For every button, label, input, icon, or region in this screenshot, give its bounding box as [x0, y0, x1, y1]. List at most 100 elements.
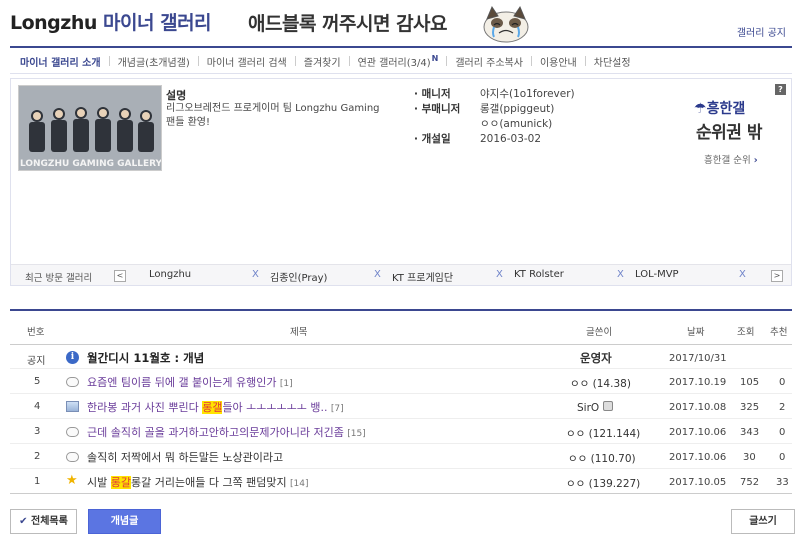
table-bottom-border	[10, 493, 792, 494]
post-subject: 요즘엔 팀이름 뒤에 갤 붙이는게 유행인가	[87, 376, 277, 389]
post-views: 343	[740, 427, 760, 438]
recent-galleries-label: 최근 방문 갤러리	[25, 273, 93, 284]
row-divider	[10, 368, 792, 369]
header-divider	[10, 344, 792, 345]
post-recommend: 0	[779, 427, 786, 438]
created-date: 2016-03-02	[480, 133, 542, 145]
remove-icon[interactable]: X	[617, 269, 624, 280]
post-writer[interactable]: ㅇㅇ (139.227)	[566, 476, 640, 491]
remove-icon[interactable]: X	[496, 269, 503, 280]
post-writer[interactable]: ㅇㅇ (110.70)	[568, 451, 636, 466]
post-views: 752	[740, 477, 760, 488]
recent-gallery-item[interactable]: KT 프로게임단	[392, 269, 453, 284]
post-subject[interactable]: 월간디시 11월호 : 개념	[87, 350, 204, 366]
speech-bubble-icon	[66, 377, 79, 387]
gaenyeom-button[interactable]: 개념글	[88, 509, 161, 534]
row-no: 2	[34, 451, 41, 462]
post-recommend: 33	[776, 477, 789, 488]
post-recommend: 2	[779, 402, 786, 413]
row-no: 4	[34, 401, 41, 412]
menu-search[interactable]: 마이너 갤러리 검색	[190, 54, 287, 69]
gallery-name: Longzhu	[10, 12, 97, 34]
gallery-thumbnail: LONGZHU GAMING GALLERY	[18, 85, 162, 171]
menu-guide[interactable]: 이용안내	[523, 54, 577, 69]
gallery-menu: 마이너 갤러리 소개 개념글(초개념갤) 마이너 갤러리 검색 즐겨찾기 연관 …	[10, 46, 792, 74]
gallery-slogan: 애드블록 꺼주시면 감사요	[248, 13, 448, 35]
remove-icon[interactable]: X	[739, 269, 746, 280]
recent-gallery-item[interactable]: 김종인(Pray)	[270, 269, 327, 284]
meta-key: · 부매니저	[414, 103, 461, 115]
info-icon: i	[66, 351, 79, 364]
menu-related-galleries[interactable]: 연관 갤러리(3/4) N	[341, 54, 439, 69]
post-date: 2017.10.06	[669, 452, 727, 463]
write-button[interactable]: 글쓰기	[731, 509, 795, 534]
search-highlight: 롱갈	[110, 476, 131, 489]
all-list-button[interactable]: ✔ 전체목록	[10, 509, 77, 534]
recent-next-button[interactable]: >	[771, 270, 783, 282]
menu-copy-address[interactable]: 갤러리 주소복사	[438, 54, 523, 69]
row-divider	[10, 393, 792, 394]
gallery-meta: · 매니저 야지수(1o1forever) · 부매니저 롱갤(ppiggeut) …	[414, 87, 575, 147]
recent-prev-button[interactable]: <	[114, 270, 126, 282]
post-writer[interactable]: 운영자	[580, 350, 612, 366]
rank-help-icon[interactable]: ?	[775, 84, 786, 95]
post-recommend: 0	[779, 377, 786, 388]
reply-count: [7]	[330, 404, 344, 414]
header-recommend: 추천	[770, 327, 788, 338]
svg-text:LONGZHU GAMING GALLERY: LONGZHU GAMING GALLERY	[20, 159, 162, 169]
meta-key: · 개설일	[414, 133, 451, 145]
row-no: 3	[34, 426, 41, 437]
post-writer[interactable]: ㅇㅇ (121.144)	[566, 426, 640, 441]
recent-gallery-item[interactable]: Longzhu	[149, 269, 191, 280]
menu-gaenyeom[interactable]: 개념글(초개념갤)	[101, 54, 190, 69]
post-date: 2017/10/31	[669, 353, 727, 364]
reply-count: [1]	[279, 379, 293, 389]
submanager-name[interactable]: ㅇㅇ(amunick)	[480, 117, 552, 132]
post-subject-link[interactable]: 시발 롱갈롱갈 거리는애들 다 그쪽 팬덤맞지 [14]	[87, 474, 309, 490]
description-text: 리그오브레전드 프로게이머 팀 Longzhu Gaming 팬들 환영!	[166, 103, 380, 128]
search-highlight: 롱갤	[202, 401, 223, 414]
reply-count: [14]	[290, 479, 309, 489]
chevron-right-icon: ›	[753, 155, 758, 166]
menu-favorites[interactable]: 즐겨찾기	[287, 54, 341, 69]
gallery-kind: 마이너 갤러리	[103, 12, 212, 34]
star-icon: ★	[66, 473, 78, 488]
cloud-icon: ☂	[694, 101, 707, 117]
gallery-title[interactable]: Longzhu 마이너 갤러리	[10, 8, 212, 35]
rank-link[interactable]: 흥한갤 순위 ›	[704, 152, 758, 166]
meta-key	[414, 117, 480, 132]
header-no: 번호	[27, 327, 45, 338]
speech-bubble-icon	[66, 427, 79, 437]
rank-value: 순위권 밖	[696, 123, 762, 143]
gallery-notice-link[interactable]: 갤러리 공지	[737, 24, 786, 39]
post-subject-link[interactable]: 근데 솔직히 골을 과거하고안하고의문제가아니라 저긴좀 [15]	[87, 424, 366, 440]
table-top-border	[10, 309, 792, 311]
new-badge: N	[431, 53, 439, 63]
post-recommend: 0	[779, 452, 786, 463]
heunghangal-logo: ☂흥한갤	[694, 101, 746, 117]
post-subject-link[interactable]: 한라봉 과거 사진 뿌린다 롱갤들아 ㅗㅗㅗㅗㅗㅗ 뱅.. [7]	[87, 399, 344, 415]
post-date: 2017.10.05	[669, 477, 727, 488]
menu-block-settings[interactable]: 차단설정	[577, 54, 631, 69]
post-subject: 근데 솔직히 골을 과거하고안하고의문제가아니라 저긴좀	[87, 426, 344, 439]
post-writer[interactable]: ㅇㅇ (14.38)	[570, 376, 631, 391]
menu-gallery-intro[interactable]: 마이너 갤러리 소개	[20, 54, 101, 69]
post-views: 30	[743, 452, 756, 463]
row-no: 5	[34, 376, 41, 387]
post-subject-link[interactable]: 요즘엔 팀이름 뒤에 갤 붙이는게 유행인가 [1]	[87, 374, 293, 390]
manager-name[interactable]: 야지수(1o1forever)	[480, 87, 575, 102]
check-icon: ✔	[19, 516, 28, 527]
submanager-name[interactable]: 롱갤(ppiggeut)	[480, 102, 554, 117]
post-writer[interactable]: SirO	[577, 401, 613, 414]
post-subject-link[interactable]: 솔직히 저짝에서 뭐 하든말든 노상관이라고	[87, 449, 283, 465]
row-no: 공지	[27, 356, 46, 367]
cat-sticker-icon	[483, 5, 529, 43]
post-views: 105	[740, 377, 760, 388]
remove-icon[interactable]: X	[374, 269, 381, 280]
recent-gallery-item[interactable]: LOL-MVP	[635, 269, 679, 280]
remove-icon[interactable]: X	[252, 269, 259, 280]
post-date: 2017.10.08	[669, 402, 727, 413]
row-divider	[10, 468, 792, 469]
fixed-nick-icon	[602, 401, 613, 411]
recent-gallery-item[interactable]: KT Rolster	[514, 269, 564, 280]
